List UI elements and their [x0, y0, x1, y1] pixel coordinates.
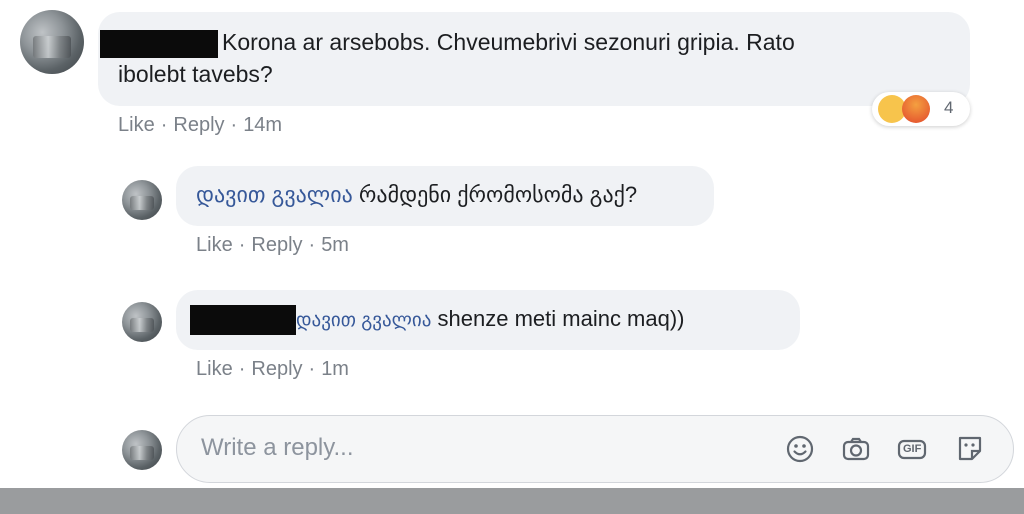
timestamp[interactable]: 1m: [321, 358, 349, 380]
angry-icon: [902, 95, 930, 123]
reply-input[interactable]: Write a reply... GIF: [176, 415, 1014, 483]
reply1-author[interactable]: დავით გვალია: [196, 182, 353, 207]
camera-icon[interactable]: [841, 434, 871, 464]
reply-placeholder: Write a reply...: [201, 434, 354, 461]
like-button[interactable]: Like: [196, 358, 233, 380]
comment-text-cont: ibolebt tavebs?: [118, 58, 273, 91]
comment-text: Korona ar arsebobs. Chveumebrivi sezonur…: [100, 26, 795, 59]
reply-button[interactable]: Reply: [251, 358, 302, 380]
reply-button[interactable]: Reply: [173, 114, 224, 136]
sticker-icon[interactable]: [955, 434, 985, 464]
timestamp[interactable]: 14m: [243, 114, 282, 136]
comment-actions: Like · Reply · 14m: [118, 114, 282, 137]
reply-button[interactable]: Reply: [251, 234, 302, 256]
reply1-actions: Like · Reply · 5m: [196, 234, 349, 257]
comment-line-1: Korona ar arsebobs. Chveumebrivi sezonur…: [222, 29, 795, 55]
bottom-edge-bar: [0, 488, 1024, 514]
reply2-mention[interactable]: დავით გვალია: [296, 310, 431, 331]
comment-line-2: ibolebt tavebs?: [118, 61, 273, 87]
reply1-text: დავით გვალია რამდენი ქრომოსომა გაქ?: [196, 178, 637, 211]
gif-icon[interactable]: GIF: [897, 434, 927, 464]
smiley-icon[interactable]: [785, 434, 815, 464]
timestamp[interactable]: 5m: [321, 234, 349, 256]
reply2-actions: Like · Reply · 1m: [196, 358, 349, 381]
separator-dot: ·: [230, 114, 238, 136]
redacted-author-name: [100, 29, 218, 58]
separator-dot: ·: [238, 358, 246, 380]
separator-dot: ·: [308, 234, 316, 256]
separator-dot: ·: [238, 234, 246, 256]
reply1-message: რამდენი ქრომოსომა გაქ?: [358, 182, 638, 207]
gif-label: GIF: [903, 443, 922, 455]
reply2-message: shenze meti mainc maq)): [437, 306, 685, 331]
like-button[interactable]: Like: [196, 234, 233, 256]
reply2-avatar[interactable]: [122, 302, 162, 342]
separator-dot: ·: [160, 114, 168, 136]
like-button[interactable]: Like: [118, 114, 155, 136]
reply1-avatar[interactable]: [122, 180, 162, 220]
separator-dot: ·: [308, 358, 316, 380]
reply2-text: დავით გვალია shenze meti mainc maq)): [190, 302, 685, 337]
reaction-count: 4: [944, 98, 954, 117]
redacted-author-name: [190, 305, 296, 336]
current-user-avatar: [122, 430, 162, 470]
reaction-summary[interactable]: 4: [872, 92, 970, 126]
commenter-avatar[interactable]: [20, 10, 84, 74]
